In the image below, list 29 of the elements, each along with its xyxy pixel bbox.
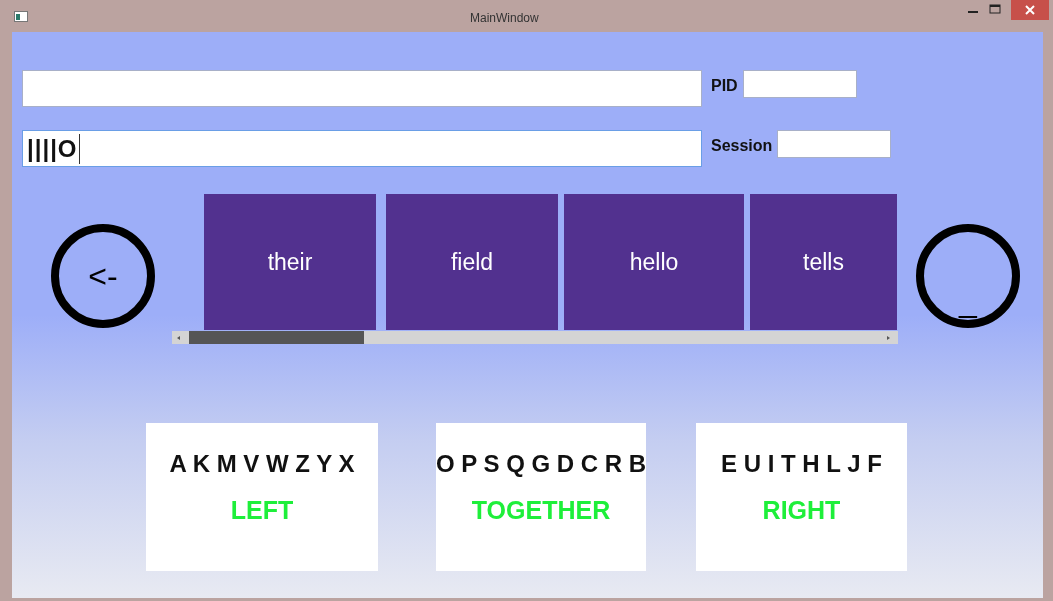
letter-group: E U I T H L J F	[721, 450, 882, 478]
letter-card[interactable]: E U I T H L J F RIGHT	[696, 423, 907, 571]
app-icon	[14, 10, 28, 22]
input-field[interactable]	[742, 70, 857, 98]
scroll-right-icon[interactable]	[884, 333, 892, 342]
group-label: TOGETHER	[471, 496, 611, 525]
text-field[interactable]	[22, 70, 702, 107]
close-button[interactable]	[1011, 0, 1049, 20]
letter-card[interactable]: O P S Q G D C R B TOGETHER	[436, 423, 646, 571]
word-tile[interactable]: their	[204, 194, 376, 330]
letter-group: A K M V W Z Y X	[169, 450, 355, 478]
word-tile[interactable]: hello	[564, 194, 744, 330]
space-button[interactable]: _	[916, 224, 1020, 328]
close-icon[interactable]	[1025, 5, 1035, 15]
scrollbar[interactable]	[172, 331, 898, 344]
word-tile[interactable]: tells	[750, 194, 897, 330]
text-field[interactable]: ||||O	[22, 130, 702, 167]
group-label: LEFT	[230, 496, 294, 525]
field-label: Session	[711, 137, 773, 155]
letter-card[interactable]: A K M V W Z Y X LEFT	[146, 423, 378, 571]
letter-group: O P S Q G D C R B	[435, 450, 647, 478]
input-field[interactable]	[777, 130, 892, 158]
group-label: RIGHT	[762, 496, 841, 525]
scroll-left-icon[interactable]	[175, 333, 183, 342]
field-label: PID	[711, 77, 738, 95]
maximize-icon[interactable]	[989, 4, 1001, 14]
word-tile[interactable]: field	[386, 194, 558, 330]
backspace-button[interactable]: <-	[51, 224, 155, 328]
window-title: MainWindow	[470, 11, 539, 25]
